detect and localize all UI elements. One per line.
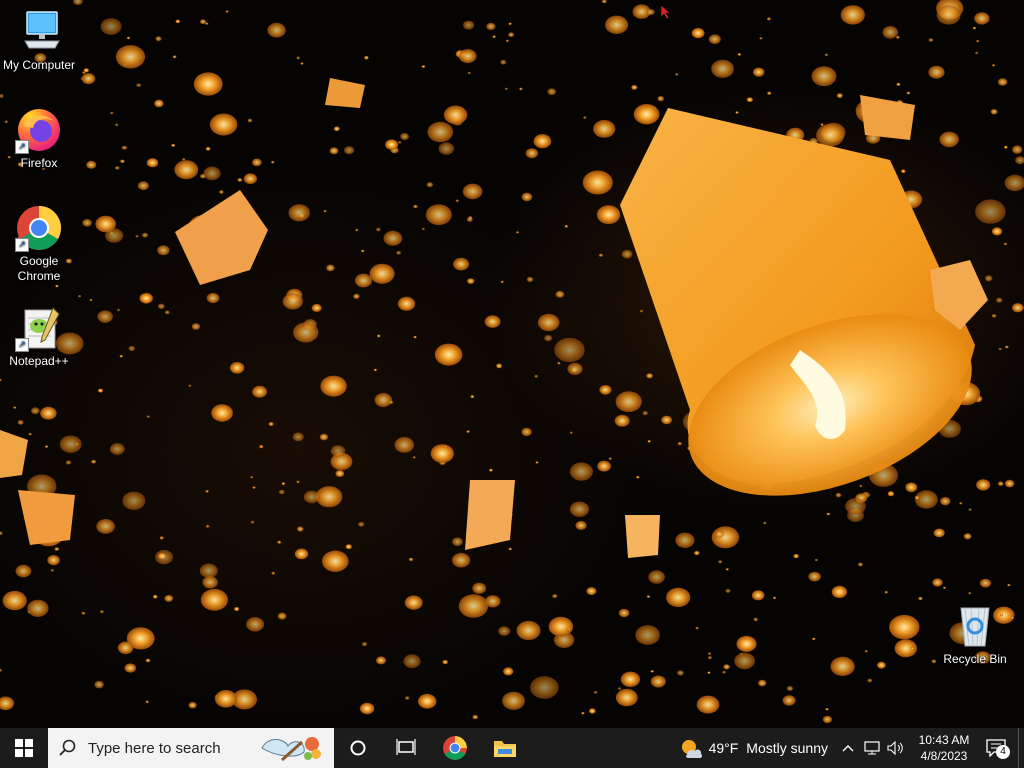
- volume-icon[interactable]: [884, 741, 908, 755]
- clock-time: 10:43 AM: [918, 733, 970, 747]
- desktop-icon-label: Google Chrome: [17, 254, 61, 283]
- cortana-button[interactable]: [334, 728, 382, 768]
- taskbar-chrome-button[interactable]: [430, 728, 480, 768]
- search-highlight-icon: [261, 737, 321, 762]
- desktop-icon-recycle-bin[interactable]: Recycle Bin: [937, 602, 1013, 667]
- search-icon: [48, 739, 88, 757]
- search-placeholder: Type here to search: [88, 739, 221, 757]
- wallpaper-big-lantern: [0, 78, 988, 558]
- taskbar-clock[interactable]: 10:43 AM 4/8/2023: [914, 732, 974, 764]
- partly-sunny-icon: [681, 740, 702, 758]
- desktop-wallpaper: My Computer ↗ Firefox ↗ Google Chrome ↗ …: [0, 0, 1024, 728]
- taskbar-file-explorer-button[interactable]: [480, 728, 530, 768]
- taskbar: Type here to search 49°F Mostly sunny 10…: [0, 728, 1024, 768]
- network-icon[interactable]: [860, 741, 884, 755]
- shortcut-arrow-icon: ↗: [15, 338, 29, 352]
- chrome-icon: ↗: [15, 204, 63, 252]
- taskbar-search-box[interactable]: Type here to search: [48, 728, 334, 768]
- desktop-icon-label: My Computer: [2, 58, 76, 72]
- weather-temperature: 49°F: [708, 740, 739, 756]
- desktop-icon-notepadpp[interactable]: ↗ Notepad++: [1, 304, 77, 369]
- notepadpp-icon: ↗: [15, 304, 63, 352]
- start-button[interactable]: [0, 728, 48, 768]
- task-view-button[interactable]: [382, 728, 430, 768]
- shortcut-arrow-icon: ↗: [15, 238, 29, 252]
- recycle-bin-icon: [951, 602, 999, 650]
- action-center-button[interactable]: 4: [974, 728, 1018, 768]
- windows-logo-icon: [15, 739, 33, 757]
- weather-condition: Mostly sunny: [746, 740, 828, 756]
- desktop-icon-google-chrome[interactable]: ↗ Google Chrome: [1, 204, 77, 284]
- chrome-icon: [443, 736, 467, 760]
- desktop-icon-firefox[interactable]: ↗ Firefox: [1, 106, 77, 171]
- task-view-icon: [396, 739, 416, 755]
- desktop-icon-label: Recycle Bin: [943, 652, 1007, 666]
- mouse-cursor-icon: [660, 4, 671, 20]
- desktop-icon-my-computer[interactable]: My Computer: [1, 8, 77, 73]
- notification-count-badge: 4: [996, 745, 1010, 759]
- folder-icon: [494, 741, 516, 757]
- shortcut-arrow-icon: ↗: [15, 140, 29, 154]
- cortana-circle-icon: [350, 740, 366, 756]
- firefox-icon: ↗: [15, 106, 63, 154]
- weather-widget[interactable]: 49°F Mostly sunny: [679, 737, 836, 759]
- computer-icon: [15, 8, 63, 56]
- show-hidden-icons-chevron-icon[interactable]: [836, 744, 860, 752]
- show-desktop-button[interactable]: [1018, 728, 1024, 768]
- clock-date: 4/8/2023: [920, 749, 968, 763]
- desktop-icon-label: Notepad++: [9, 354, 69, 368]
- desktop-icon-label: Firefox: [20, 156, 58, 170]
